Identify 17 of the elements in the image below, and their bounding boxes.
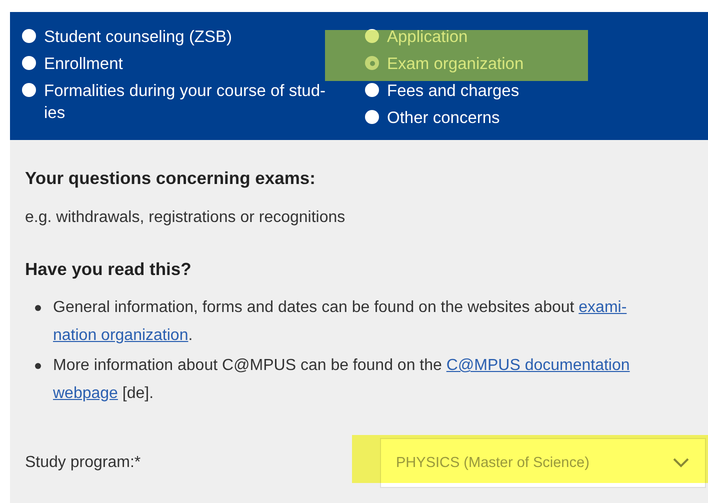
field-label: Study program:* xyxy=(25,454,142,472)
text-link[interactable]: webpage xyxy=(53,385,118,402)
option-label: Fees and charges xyxy=(387,81,520,102)
text-link[interactable]: exami- xyxy=(578,299,627,316)
option-label: Enrollment xyxy=(44,54,123,75)
option-label: Student counseling (ZSB) xyxy=(44,27,232,48)
text-link[interactable]: C@MPUS documentation xyxy=(446,357,630,374)
option-label: Application xyxy=(387,27,468,48)
bullet-text: General information, forms and dates can be found on the websites about exami- nation organization. xyxy=(53,298,627,346)
section-heading: Your questions concerning exams: xyxy=(25,168,316,189)
option-label: Formalities during your course of stud- ies xyxy=(44,81,326,124)
option-label: Exam organization xyxy=(387,54,524,75)
section-heading: Have you read this? xyxy=(25,259,192,280)
section-text: e.g. withdrawals, registrations or recognitions xyxy=(25,209,346,227)
option-label: Other concerns xyxy=(387,108,500,129)
bullet-text: More information about C@MPUS can be found on the C@MPUS documentation webpage [de]. xyxy=(53,356,630,404)
text-link[interactable]: nation organization xyxy=(53,327,188,344)
